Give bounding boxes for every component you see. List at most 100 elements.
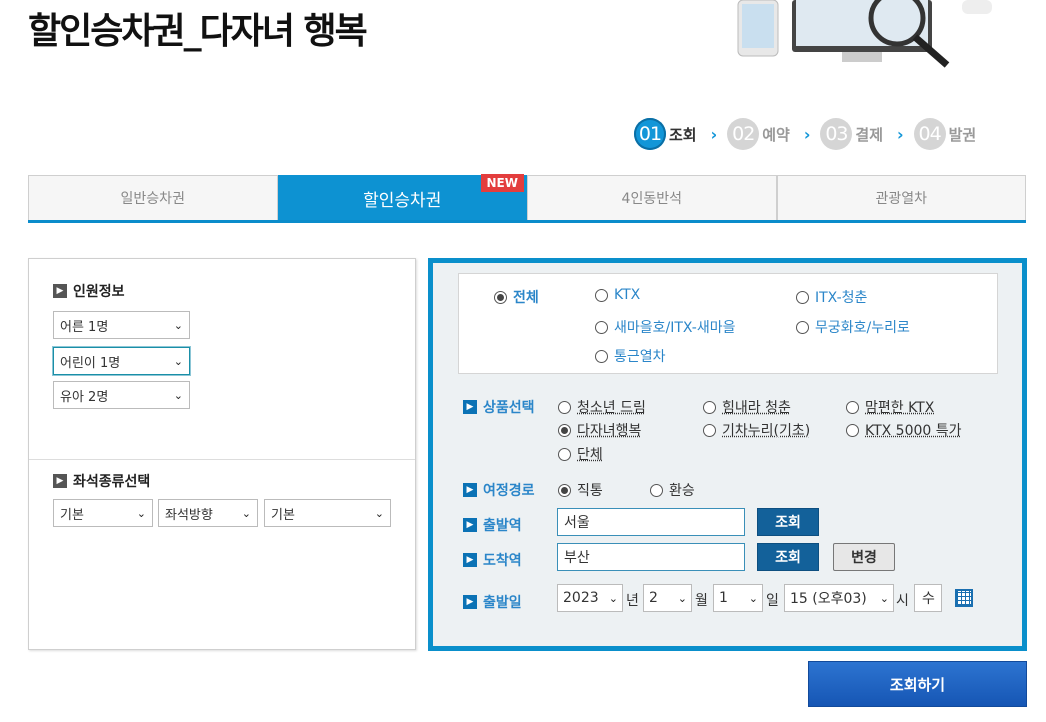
tab-family-seat[interactable]: 4인동반석 bbox=[527, 175, 777, 220]
radio-icon bbox=[650, 483, 663, 497]
year-select[interactable]: 2023 ⌄ bbox=[557, 584, 623, 612]
child-count-select[interactable]: 어린이 1명 ⌄ bbox=[53, 347, 190, 375]
calendar-icon[interactable] bbox=[955, 589, 973, 607]
arrow-right-icon: ▶ bbox=[463, 483, 477, 497]
arrival-station-input[interactable]: 부산 bbox=[557, 543, 745, 571]
step-payment: 03 결제 › bbox=[820, 118, 904, 150]
step-number: 02 bbox=[727, 118, 760, 150]
product-multi-child[interactable]: 다자녀행복 bbox=[558, 420, 641, 440]
chevron-down-icon: ⌄ bbox=[879, 591, 889, 605]
arrow-right-icon: ▶ bbox=[463, 518, 477, 532]
chevron-down-icon: ⌄ bbox=[677, 591, 687, 605]
day-select[interactable]: 1 ⌄ bbox=[713, 584, 763, 612]
product-youth-dream[interactable]: 청소년 드림 bbox=[558, 397, 646, 417]
hour-select[interactable]: 15 (오후03) ⌄ bbox=[784, 584, 894, 612]
chevron-down-icon: ⌄ bbox=[374, 506, 384, 520]
departure-station-input[interactable]: 서울 bbox=[557, 508, 745, 536]
radio-commuter[interactable]: 통근열차 bbox=[595, 346, 666, 366]
seat-type-value: 기본 bbox=[60, 507, 84, 523]
radio-icon bbox=[846, 400, 859, 414]
radio-label: 무궁화호/누리로 bbox=[815, 320, 910, 336]
radio-icon bbox=[796, 290, 809, 304]
tab-label: 할인승차권 bbox=[363, 190, 442, 211]
passenger-panel: ▶ 인원정보 어른 1명 ⌄ 어린이 1명 ⌄ 유아 2명 ⌄ ▶ 좌석종류선택 기본… bbox=[28, 258, 416, 650]
departure-label: ▶ 출발역 bbox=[463, 515, 522, 535]
chevron-right-icon: › bbox=[803, 124, 811, 144]
chevron-down-icon: ⌄ bbox=[173, 318, 183, 332]
radio-label: KTX 5000 특가 bbox=[865, 423, 962, 439]
route-direct[interactable]: 직통 bbox=[558, 480, 603, 500]
step-reserve: 02 예약 › bbox=[727, 118, 810, 150]
radio-label: ITX-청춘 bbox=[815, 290, 868, 306]
adult-count-select[interactable]: 어른 1명 ⌄ bbox=[53, 311, 190, 339]
arrival-search-button[interactable]: 조회 bbox=[757, 543, 819, 571]
passenger-heading-label: 인원정보 bbox=[73, 284, 125, 300]
chevron-down-icon: ⌄ bbox=[136, 506, 146, 520]
radio-icon bbox=[703, 400, 716, 414]
seat-type-select[interactable]: 기본 ⌄ bbox=[53, 499, 153, 527]
seat-direction-value: 좌석방향 bbox=[165, 507, 213, 523]
search-panel: 전체 KTX ITX-청춘 새마을호/ITX-새마을 무궁화호/누리로 통근열차… bbox=[428, 258, 1027, 651]
radio-checked-icon bbox=[558, 483, 571, 497]
radio-itx[interactable]: ITX-청춘 bbox=[796, 287, 867, 307]
product-ktx-5000[interactable]: KTX 5000 특가 bbox=[846, 420, 962, 440]
tab-discount-ticket[interactable]: 할인승차권 NEW bbox=[277, 174, 527, 220]
tab-general-ticket[interactable]: 일반승차권 bbox=[28, 175, 278, 220]
arrow-right-icon: ▶ bbox=[463, 595, 477, 609]
seat-option-value: 기본 bbox=[271, 507, 295, 523]
seat-option-select[interactable]: 기본 ⌄ bbox=[264, 499, 391, 527]
radio-mugunghwa[interactable]: 무궁화호/누리로 bbox=[796, 317, 910, 337]
tab-tourist-train[interactable]: 관광열차 bbox=[776, 175, 1026, 220]
radio-icon bbox=[558, 400, 571, 414]
chevron-down-icon: ⌄ bbox=[608, 591, 618, 605]
submit-search-button[interactable]: 조회하기 bbox=[808, 661, 1027, 707]
step-search: 01 조회 › bbox=[634, 118, 717, 150]
swap-stations-button[interactable]: 변경 bbox=[833, 543, 895, 571]
infant-count-value: 유아 2명 bbox=[60, 389, 109, 405]
radio-saemaeul[interactable]: 새마을호/ITX-새마을 bbox=[595, 317, 736, 337]
radio-label: KTX bbox=[614, 287, 641, 303]
step-number: 04 bbox=[913, 118, 946, 150]
hour-value: 15 (오후03) bbox=[790, 591, 867, 607]
product-cheer-youth[interactable]: 힘내라 청춘 bbox=[703, 397, 791, 417]
child-count-value: 어린이 1명 bbox=[60, 355, 121, 371]
route-transfer[interactable]: 환승 bbox=[650, 480, 695, 500]
month-value: 2 bbox=[649, 590, 658, 606]
arrival-label: ▶ 도착역 bbox=[463, 550, 522, 570]
radio-label: 다자녀행복 bbox=[577, 423, 642, 439]
adult-count-value: 어른 1명 bbox=[60, 319, 109, 335]
step-issue: 04 발권 bbox=[913, 118, 976, 150]
radio-icon bbox=[796, 320, 809, 334]
new-badge: NEW bbox=[480, 174, 524, 192]
product-label-text: 상품선택 bbox=[483, 400, 535, 416]
product-basic-nuri[interactable]: 기차누리(기초) bbox=[703, 420, 810, 440]
radio-label: 단체 bbox=[577, 447, 603, 463]
year-value: 2023 bbox=[563, 590, 599, 606]
radio-label: 새마을호/ITX-새마을 bbox=[614, 320, 736, 336]
radio-ktx[interactable]: KTX bbox=[595, 287, 640, 303]
day-value: 1 bbox=[719, 590, 728, 606]
departure-search-button[interactable]: 조회 bbox=[757, 508, 819, 536]
radio-checked-icon bbox=[494, 290, 507, 304]
infant-count-select[interactable]: 유아 2명 ⌄ bbox=[53, 381, 190, 409]
step-label: 결제 bbox=[855, 125, 884, 144]
hero-illustration bbox=[737, 0, 992, 68]
radio-all[interactable]: 전체 bbox=[494, 287, 539, 307]
route-label-text: 여정경로 bbox=[483, 483, 535, 499]
month-select[interactable]: 2 ⌄ bbox=[643, 584, 692, 612]
product-group[interactable]: 단체 bbox=[558, 444, 603, 464]
arrow-right-icon: ▶ bbox=[463, 553, 477, 567]
weekday-display: 수 bbox=[914, 584, 942, 612]
product-label: ▶ 상품선택 bbox=[463, 397, 535, 417]
chevron-down-icon: ⌄ bbox=[241, 506, 251, 520]
step-number: 03 bbox=[820, 118, 853, 150]
day-unit: 일 bbox=[766, 593, 779, 609]
radio-checked-icon bbox=[558, 423, 571, 437]
passenger-heading: ▶ 인원정보 bbox=[53, 281, 125, 301]
train-type-box: 전체 KTX ITX-청춘 새마을호/ITX-새마을 무궁화호/누리로 통근열차 bbox=[458, 273, 998, 374]
arrow-right-icon: ▶ bbox=[53, 474, 67, 488]
product-comfy-ktx[interactable]: 맘편한 KTX bbox=[846, 397, 934, 417]
radio-label: 전체 bbox=[513, 290, 539, 306]
seat-direction-select[interactable]: 좌석방향 ⌄ bbox=[158, 499, 258, 527]
radio-label: 통근열차 bbox=[614, 349, 666, 365]
